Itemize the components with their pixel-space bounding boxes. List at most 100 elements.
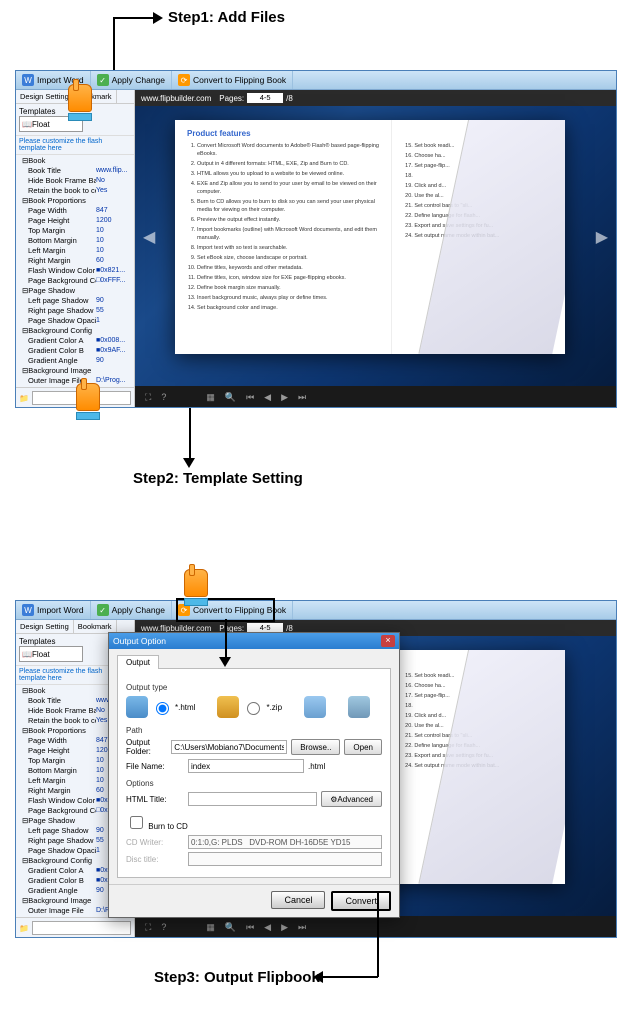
step3-label: Step3: Output Flipbook [154,969,320,986]
list-item: Convert Microsoft Word documents to Adob… [197,142,379,158]
list-item: Import bookmarks (outline) with Microsof… [197,226,379,242]
flipbook-preview[interactable]: Product features Convert Microsoft Word … [175,120,565,354]
prop-group[interactable]: ⊟Background Image [16,366,134,376]
prop-row[interactable]: Outer Image FileD:\Prog... [16,376,134,386]
first-icon[interactable]: ⏮ [246,922,254,933]
thumbnails-icon[interactable]: ▦ [206,392,215,403]
prop-row[interactable]: Right Margin60 [16,256,134,266]
output-type-exe[interactable] [304,696,326,718]
prop-group[interactable]: ⊟Book Proportions [16,196,134,206]
prop-row[interactable]: Page Height1200 [16,216,134,226]
sidebar-tool-icon[interactable]: 📁 [19,394,29,403]
output-folder-input[interactable] [171,740,287,754]
file-name-input[interactable] [188,759,304,773]
prop-row[interactable]: Page Shadow Opacity1 [16,316,134,326]
zip-radio[interactable] [247,702,260,715]
last-icon[interactable]: ⏭ [298,922,306,933]
list-item: Define titles, keywords and other metada… [197,264,379,272]
prop-row[interactable]: Gradient Color B■0x9AF... [16,346,134,356]
step2-label: Step2: Template Setting [133,470,303,487]
cursor-hand-icon [76,383,104,419]
prop-group[interactable]: ⊟Book [16,156,134,166]
zoom-icon[interactable]: 🔍 [225,922,236,933]
prev-icon[interactable]: ◀ [264,922,271,933]
close-icon[interactable]: × [381,635,395,647]
output-type-html[interactable]: *.html [126,696,195,718]
output-type-label: Output type [126,683,382,692]
template-hint: Please customize the flash template here [16,136,134,155]
next-icon[interactable]: ▶ [281,922,288,933]
prop-row[interactable]: Gradient Color A■0x008... [16,336,134,346]
import-word-button[interactable]: WImport Word [16,601,91,619]
prop-group[interactable]: ⊟Page Shadow [16,286,134,296]
last-icon[interactable]: ⏭ [298,392,306,403]
prop-row[interactable]: Right page Shadow55 [16,306,134,316]
path-label: Path [126,726,382,735]
tab-design-setting[interactable]: Design Setting [16,620,74,633]
gear-icon [348,696,370,718]
fullscreen-icon[interactable]: ⛶ [145,392,151,403]
prop-row[interactable]: Top Margin10 [16,226,134,236]
page-total: /8 [286,94,293,103]
disc-title-label: Disc title: [126,855,184,864]
browse-button[interactable]: Browse.. [291,739,340,755]
next-icon[interactable]: ▶ [281,392,288,403]
cancel-button[interactable]: Cancel [271,891,325,909]
output-type-app[interactable] [348,696,370,718]
property-tree[interactable]: ⊟BookBook Titlewww.flip...Hide Book Fram… [16,155,134,387]
zoom-icon[interactable]: 🔍 [225,392,236,403]
prop-row[interactable]: Left Margin10 [16,246,134,256]
help-icon[interactable]: ? [161,922,166,932]
html-title-input[interactable] [188,792,317,806]
list-item: Define book margin size manually. [197,284,379,292]
prev-page-icon[interactable]: ◀ [143,227,155,247]
prop-group[interactable]: ⊟Background Config [16,326,134,336]
output-tab[interactable]: Output [117,655,159,669]
list-item: Import text with so text is searchable. [197,244,379,252]
output-option-dialog: Output Option × Output Output type *.htm… [108,632,400,918]
template-select[interactable]: 📖 Float [19,646,83,662]
sidebar-tool-icon[interactable]: 📁 [19,924,29,933]
prop-row[interactable]: Flash Window Color■0x821... [16,266,134,276]
prop-row[interactable]: Book Titlewww.flip... [16,166,134,176]
disc-title-input [188,852,382,866]
convert-button[interactable]: ⟳Convert to Flipping Book [172,71,293,89]
templates-label: Templates [19,107,55,116]
apply-change-button[interactable]: ✓Apply Change [91,601,172,619]
cd-writer-label: CD Writer: [126,838,184,847]
zip-icon [217,696,239,718]
first-icon[interactable]: ⏮ [246,392,254,403]
convert-dialog-button[interactable]: Convert [331,891,391,911]
prop-row[interactable]: Left page Shadow90 [16,296,134,306]
prop-row[interactable]: Page Width847 [16,206,134,216]
output-type-zip[interactable]: *.zip [217,696,282,718]
burn-cd-checkbox[interactable] [130,816,143,829]
prop-row[interactable]: Bottom Margin10 [16,236,134,246]
app-window-1: WImport Word ✓Apply Change ⟳Convert to F… [15,70,617,408]
list-item: Set eBook size, choose landscape or port… [197,254,379,262]
prop-row[interactable]: Page Background Color□0xFFF... [16,276,134,286]
output-folder-label: Output Folder: [126,738,167,756]
dialog-title: Output Option [113,636,166,646]
sidebar-search-input[interactable] [32,921,131,935]
html-radio[interactable] [156,702,169,715]
convert-icon: ⟳ [178,74,190,86]
prop-row[interactable]: Gradient Angle90 [16,356,134,366]
tab-design-setting[interactable]: Design Setting [16,90,74,103]
fullscreen-icon[interactable]: ⛶ [145,922,151,933]
prev-icon[interactable]: ◀ [264,392,271,403]
advanced-button[interactable]: ⚙ Advanced [321,791,382,807]
html-title-label: HTML Title: [126,795,184,804]
options-label: Options [126,779,382,788]
page-input[interactable]: 4-5 [247,93,283,103]
prop-row[interactable]: Retain the book to centerYes [16,186,134,196]
design-sidebar: Design Setting Bookmark Templates 📖 Floa… [16,90,135,408]
prop-row[interactable]: Hide Book Frame BarNo [16,176,134,186]
pages-label: Pages: [219,94,244,103]
open-button[interactable]: Open [344,739,382,755]
thumbnails-icon[interactable]: ▦ [206,922,215,933]
help-icon[interactable]: ? [161,392,166,402]
next-page-icon[interactable]: ▶ [596,227,608,247]
apply-icon: ✓ [97,74,109,86]
apply-change-button[interactable]: ✓Apply Change [91,71,172,89]
